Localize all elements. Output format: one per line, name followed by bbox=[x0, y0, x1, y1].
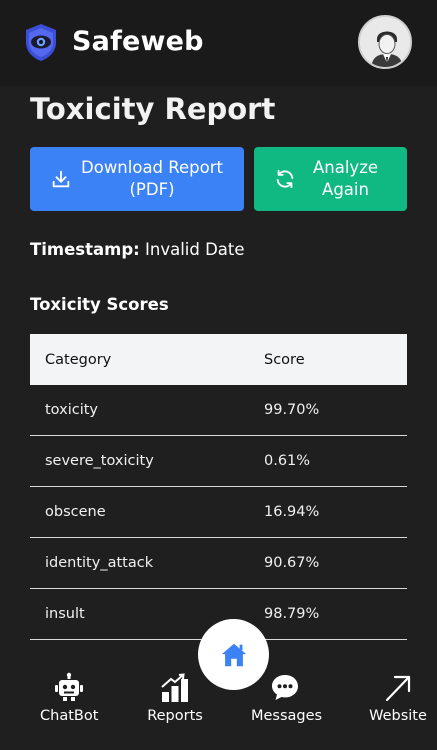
arrow-up-right-icon bbox=[385, 675, 411, 702]
user-avatar-icon bbox=[360, 17, 410, 67]
page-title: Toxicity Report bbox=[30, 92, 276, 126]
nav-item-reports[interactable]: Reports bbox=[146, 672, 204, 724]
timestamp-key: Timestamp: bbox=[30, 240, 140, 259]
score-cell: 90.67% bbox=[264, 555, 320, 571]
header-category: Category bbox=[45, 351, 112, 368]
analyze-again-button[interactable]: Analyze Again bbox=[254, 147, 407, 211]
table-row: identity_attack 90.67% bbox=[30, 538, 407, 589]
download-icon bbox=[52, 170, 70, 188]
home-icon bbox=[221, 643, 246, 666]
table-row: toxicity 99.70% bbox=[30, 385, 407, 436]
reports-icon bbox=[161, 673, 188, 702]
category-cell: severe_toxicity bbox=[45, 453, 154, 469]
score-cell: 16.94% bbox=[264, 504, 320, 520]
score-cell: 0.61% bbox=[264, 453, 311, 469]
shield-eye-icon bbox=[26, 24, 56, 61]
refresh-icon bbox=[276, 169, 294, 189]
app-frame: Safeweb Toxicity Report Download Report … bbox=[0, 0, 437, 750]
table-header: Category Score bbox=[30, 334, 407, 385]
timestamp: Timestamp: Invalid Date bbox=[30, 240, 245, 259]
app-header: Safeweb bbox=[0, 0, 437, 86]
score-cell: 99.70% bbox=[264, 402, 320, 418]
nav-label-messages: Messages bbox=[251, 708, 323, 724]
nav-item-chatbot[interactable]: ChatBot bbox=[40, 672, 99, 724]
category-cell: identity_attack bbox=[45, 555, 154, 571]
table-row: obscene 16.94% bbox=[30, 487, 407, 538]
timestamp-value: Invalid Date bbox=[145, 240, 245, 259]
table-row: severe_toxicity 0.61% bbox=[30, 436, 407, 487]
header-score: Score bbox=[264, 351, 305, 368]
nav-label-chatbot: ChatBot bbox=[40, 708, 99, 724]
nav-item-messages[interactable]: Messages bbox=[251, 672, 323, 724]
chat-bubble-icon bbox=[272, 675, 298, 700]
toxicity-table: Category Score toxicity 99.70% severe_to… bbox=[30, 334, 407, 640]
section-title: Toxicity Scores bbox=[30, 295, 169, 314]
download-report-label: Download Report (PDF) bbox=[81, 158, 223, 199]
download-report-button[interactable]: Download Report (PDF) bbox=[30, 147, 244, 211]
score-cell: 98.79% bbox=[264, 606, 320, 622]
avatar[interactable] bbox=[358, 15, 412, 69]
robot-icon bbox=[54, 672, 83, 701]
category-cell: obscene bbox=[45, 504, 106, 520]
home-button[interactable] bbox=[198, 619, 269, 690]
analyze-again-label: Analyze Again bbox=[312, 158, 379, 199]
nav-label-website: Website bbox=[369, 708, 427, 724]
nav-label-reports: Reports bbox=[147, 708, 203, 724]
category-cell: toxicity bbox=[45, 402, 98, 418]
nav-item-website[interactable]: Website bbox=[368, 672, 428, 724]
brand-name: Safeweb bbox=[72, 26, 204, 57]
